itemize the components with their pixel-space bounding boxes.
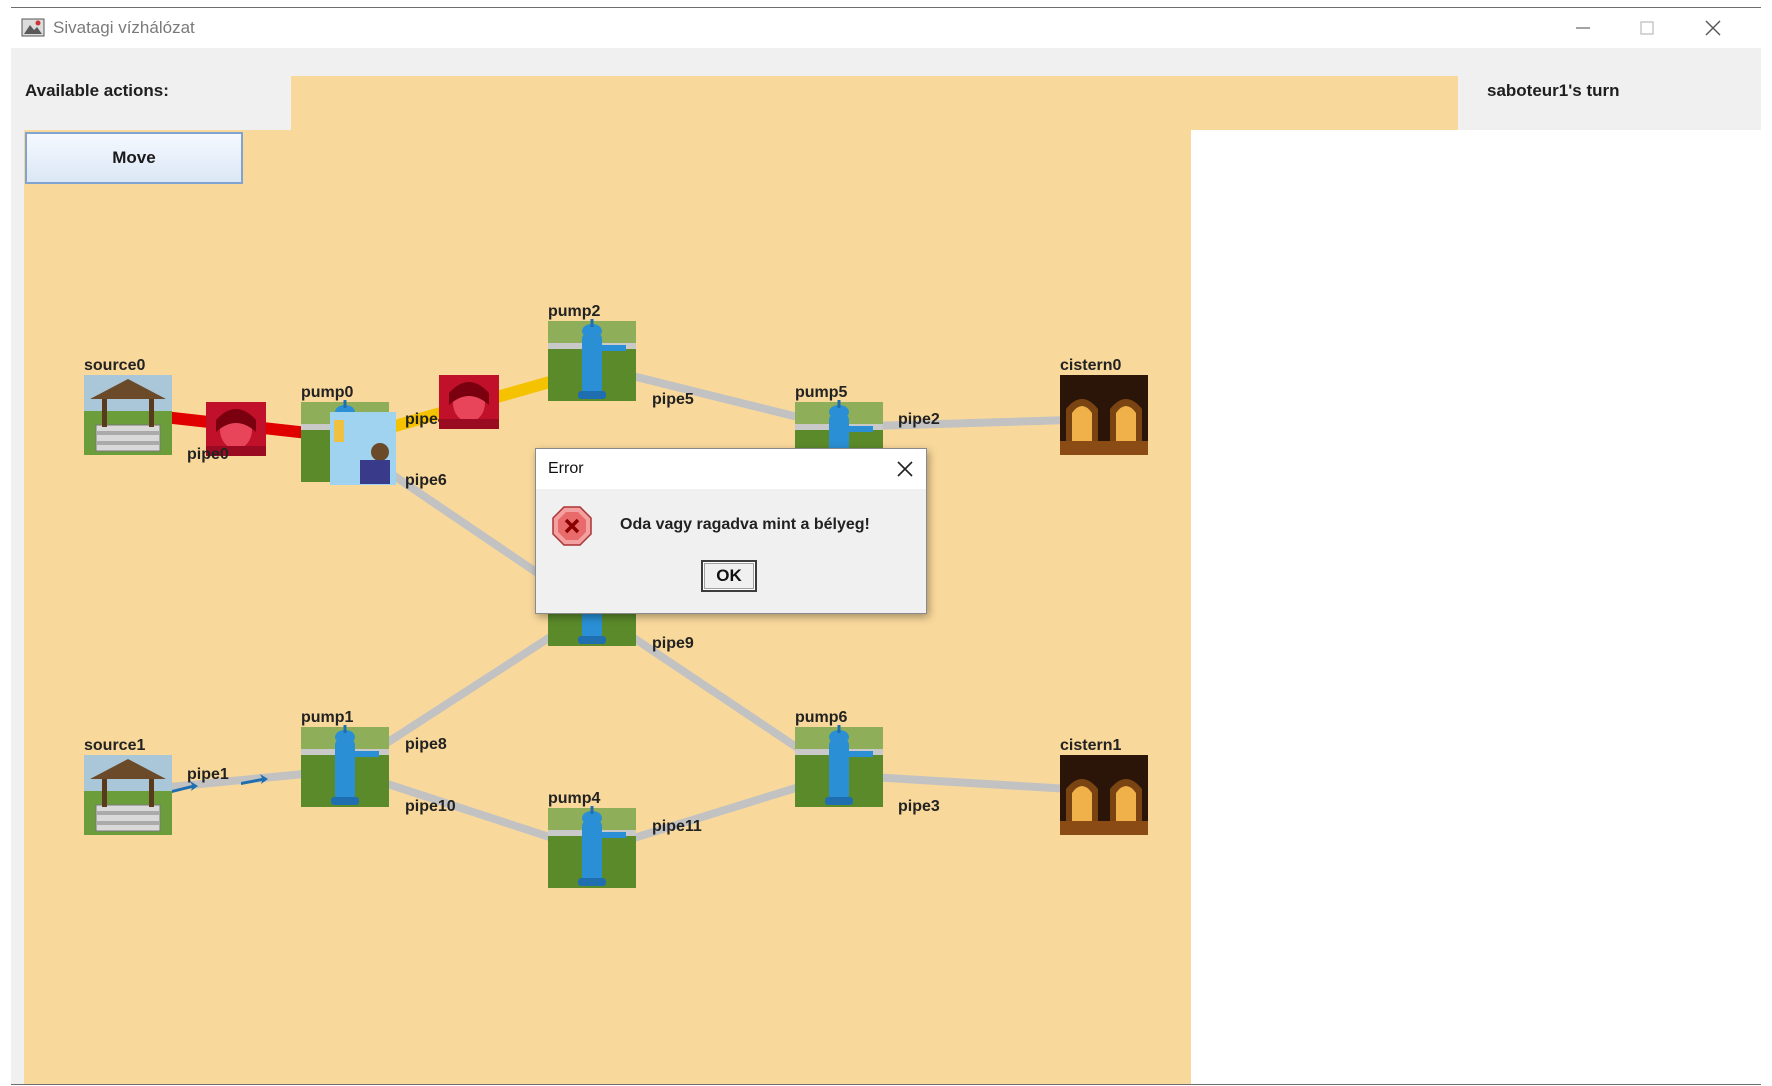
node-label-pump1: pump1 — [301, 709, 354, 726]
pipe-label-pipe2: pipe2 — [898, 411, 940, 428]
pipe-label-pipe9: pipe9 — [652, 635, 694, 652]
error-icon — [552, 506, 592, 546]
node-label-cistern1: cistern1 — [1060, 737, 1121, 754]
node-label-source0: source0 — [84, 357, 145, 374]
node-label-pump2: pump2 — [548, 303, 601, 320]
node-pump4[interactable]: pump4 — [546, 790, 638, 890]
pipe-label-pipe5: pipe5 — [652, 391, 694, 408]
node-cistern1[interactable]: cistern1 — [1060, 737, 1148, 835]
node-pump6[interactable]: pump6 — [793, 709, 885, 809]
dialog-title-bar: Error — [536, 449, 926, 489]
dialog-message: Oda vagy ragadva mint a bélyeg! — [620, 516, 870, 533]
pipe-label-pipe6: pipe6 — [405, 472, 447, 489]
node-cistern0[interactable]: cistern0 — [1060, 357, 1148, 455]
node-source0[interactable]: source0 — [83, 357, 173, 456]
dialog-title: Error — [548, 460, 584, 477]
pipe-label-pipe11: pipe11 — [652, 818, 702, 835]
pipe-label-pipe8: pipe8 — [405, 736, 447, 753]
pipe-label-pipe3: pipe3 — [898, 798, 940, 815]
node-label-source1: source1 — [84, 737, 145, 754]
node-pump1[interactable]: pump1 — [299, 709, 391, 809]
node-pump0[interactable]: pump0 — [299, 384, 396, 485]
error-dialog: Error Oda vagy ragadva mint a bélyeg! OK — [535, 448, 927, 614]
node-pump2[interactable]: pump2 — [546, 303, 638, 403]
node-label-pump4: pump4 — [548, 790, 601, 807]
node-label-cistern0: cistern0 — [1060, 357, 1121, 374]
node-label-pump5: pump5 — [795, 384, 848, 401]
pipe-label-pipe0: pipe0 — [187, 446, 229, 463]
close-icon[interactable] — [894, 458, 916, 480]
pipe-label-pipe1: pipe1 — [187, 766, 229, 783]
saboteur-overlay-pipe4 — [439, 375, 499, 429]
ok-button[interactable]: OK — [701, 560, 757, 592]
node-label-pump0: pump0 — [301, 384, 354, 401]
pipe-label-pipe10: pipe10 — [405, 798, 456, 815]
node-source1[interactable]: source1 — [83, 737, 173, 836]
node-label-pump6: pump6 — [795, 709, 848, 726]
